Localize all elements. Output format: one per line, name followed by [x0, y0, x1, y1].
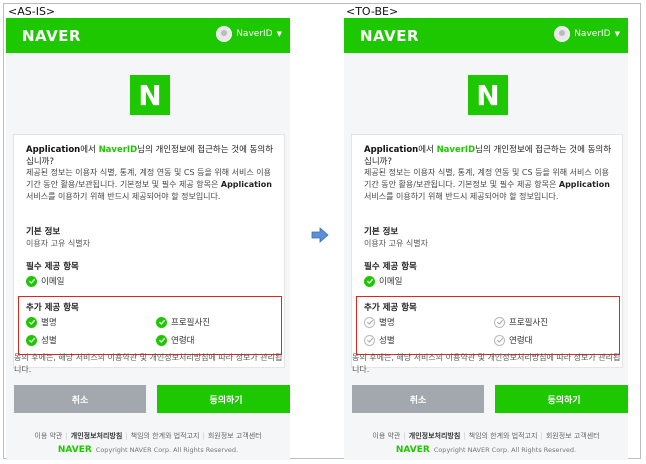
consent-question: Application에서 NaverID님의 개인정보에 접근하는 것에 동의… [26, 144, 276, 168]
app-name: Application [26, 145, 81, 155]
app-logo-letter: N [476, 78, 500, 112]
required-item-label: 이메일 [379, 277, 403, 287]
footer-naver-logo: NAVER [395, 445, 430, 455]
chevron-down-icon: ▼ [614, 30, 620, 38]
check-circle-icon[interactable] [364, 334, 375, 346]
footer-links: 이용 약관 | 개인정보처리방침 | 책임의 한계와 법적고지 | 회원정보 고객센터 [34, 432, 262, 440]
optional-item-profile-photo[interactable]: 프로필사진 [156, 316, 210, 328]
user-id: NaverID [574, 29, 611, 39]
optional-item-nickname[interactable]: 별명 [364, 316, 395, 328]
naver-logo[interactable]: NAVER [360, 27, 419, 45]
header-bar: NAVER NaverID ▼ [6, 18, 290, 53]
header-bar: NAVER NaverID ▼ [344, 18, 628, 53]
consent-page-asis: NAVER NaverID ▼ N Application에서 NaverID님… [6, 18, 290, 460]
naver-logo[interactable]: NAVER [22, 27, 81, 45]
app-logo: N [130, 75, 170, 115]
check-circle-icon [364, 275, 375, 287]
optional-item-label: 프로필사진 [509, 318, 549, 328]
agree-button[interactable]: 동의하기 [495, 385, 628, 413]
optional-item-gender[interactable]: 성별 [26, 334, 57, 346]
consent-question: Application에서 NaverID님의 개인정보에 접근하는 것에 동의… [364, 144, 614, 168]
optional-title: 추가 제공 항목 [364, 303, 417, 313]
check-circle-icon[interactable] [364, 316, 375, 328]
optional-item-gender[interactable]: 성별 [364, 334, 395, 346]
footer-link-privacy[interactable]: 개인정보처리방침 [409, 432, 461, 440]
app-logo-letter: N [138, 78, 162, 112]
optional-item-label: 별명 [379, 318, 395, 328]
footer-link-disclaimer[interactable]: 책임의 한계와 법적고지 [469, 432, 538, 440]
desc-app: Application [220, 180, 272, 189]
cancel-button[interactable]: 취소 [352, 385, 484, 413]
footer-naver-logo: NAVER [57, 445, 92, 455]
required-title: 필수 제공 항목 [26, 262, 79, 272]
optional-item-label: 연령대 [171, 336, 195, 346]
footer-links: 이용 약관 | 개인정보처리방침 | 책임의 한계와 법적고지 | 회원정보 고객센터 [372, 432, 600, 440]
basic-info-text: 이용자 고유 식별자 [26, 239, 90, 248]
optional-item-label: 연령대 [509, 336, 533, 346]
desc-app: Application [558, 180, 610, 189]
consent-notice: 동의 후에는, 해당 서비스의 이용약관 및 개인정보처리방침에 따라 정보가 … [352, 353, 621, 374]
consent-notice: 동의 후에는, 해당 서비스의 이용약관 및 개인정보처리방침에 따라 정보가 … [14, 353, 283, 374]
check-circle-icon[interactable] [26, 316, 37, 328]
right-arrow-icon [311, 227, 329, 243]
footer-link-disclaimer[interactable]: 책임의 한계와 법적고지 [131, 432, 200, 440]
naver-id: NaverID [436, 145, 476, 155]
check-circle-icon [26, 275, 37, 287]
basic-info-text: 이용자 고유 식별자 [364, 239, 428, 248]
user-menu[interactable]: NaverID ▼ [554, 26, 620, 42]
optional-item-age-range[interactable]: 연령대 [494, 334, 532, 346]
consent-page-tobe: NAVER NaverID ▼ N Application에서 NaverID님… [344, 18, 628, 460]
app-logo: N [468, 75, 508, 115]
user-menu[interactable]: NaverID ▼ [216, 26, 282, 42]
consent-description: 제공된 정보는 이용자 식별, 통계, 계정 연동 및 CS 등을 위해 서비스… [364, 167, 616, 203]
footer-link-support[interactable]: 회원정보 고객센터 [208, 432, 262, 440]
required-item-email: 이메일 [26, 275, 64, 287]
consent-card: Application에서 NaverID님의 개인정보에 접근하는 것에 동의… [13, 134, 285, 368]
basic-info-title: 기본 정보 [364, 227, 399, 237]
check-circle-icon[interactable] [494, 334, 505, 346]
optional-item-nickname[interactable]: 별명 [26, 316, 57, 328]
copyright-text: Copyright NAVER Corp. All Rights Reserve… [433, 446, 577, 454]
optional-item-label: 프로필사진 [171, 318, 211, 328]
check-circle-icon[interactable] [156, 334, 167, 346]
question-pre: 에서 [418, 145, 437, 155]
optional-title: 추가 제공 항목 [26, 303, 79, 313]
check-circle-icon[interactable] [26, 334, 37, 346]
app-name: Application [364, 145, 419, 155]
footer-copyright: NAVER Copyright NAVER Corp. All Rights Re… [6, 445, 290, 455]
optional-item-profile-photo[interactable]: 프로필사진 [494, 316, 548, 328]
footer-link-terms[interactable]: 이용 약관 [34, 432, 62, 440]
footer-copyright: NAVER Copyright NAVER Corp. All Rights Re… [344, 445, 628, 455]
asis-label: <AS-IS> [8, 5, 56, 18]
footer-link-support[interactable]: 회원정보 고객센터 [546, 432, 600, 440]
chevron-down-icon: ▼ [276, 30, 282, 38]
footer-link-privacy[interactable]: 개인정보처리방침 [71, 432, 123, 440]
naver-id: NaverID [98, 145, 138, 155]
optional-item-label: 별명 [41, 318, 57, 328]
required-item-email: 이메일 [364, 275, 402, 287]
consent-card: Application에서 NaverID님의 개인정보에 접근하는 것에 동의… [351, 134, 623, 368]
desc-part2: 서비스를 이용하기 위해 반드시 제공되어야 할 정보입니다. [364, 192, 559, 201]
tobe-label: <TO-BE> [346, 5, 399, 18]
check-circle-icon[interactable] [156, 316, 167, 328]
optional-item-label: 성별 [41, 336, 57, 346]
required-item-label: 이메일 [41, 277, 65, 287]
consent-description: 제공된 정보는 이용자 식별, 통계, 계정 연동 및 CS 등을 위해 서비스… [26, 167, 278, 203]
agree-button[interactable]: 동의하기 [157, 385, 290, 413]
desc-part2: 서비스를 이용하기 위해 반드시 제공되어야 할 정보입니다. [26, 192, 221, 201]
avatar [216, 26, 233, 42]
check-circle-icon[interactable] [494, 316, 505, 328]
copyright-text: Copyright NAVER Corp. All Rights Reserve… [95, 446, 239, 454]
footer-link-terms[interactable]: 이용 약관 [372, 432, 400, 440]
user-id: NaverID [236, 29, 273, 39]
cancel-button[interactable]: 취소 [14, 385, 146, 413]
optional-item-age-range[interactable]: 연령대 [156, 334, 194, 346]
basic-info-title: 기본 정보 [26, 227, 61, 237]
avatar [554, 26, 571, 42]
optional-item-label: 성별 [379, 336, 395, 346]
question-pre: 에서 [80, 145, 99, 155]
required-title: 필수 제공 항목 [364, 262, 417, 272]
